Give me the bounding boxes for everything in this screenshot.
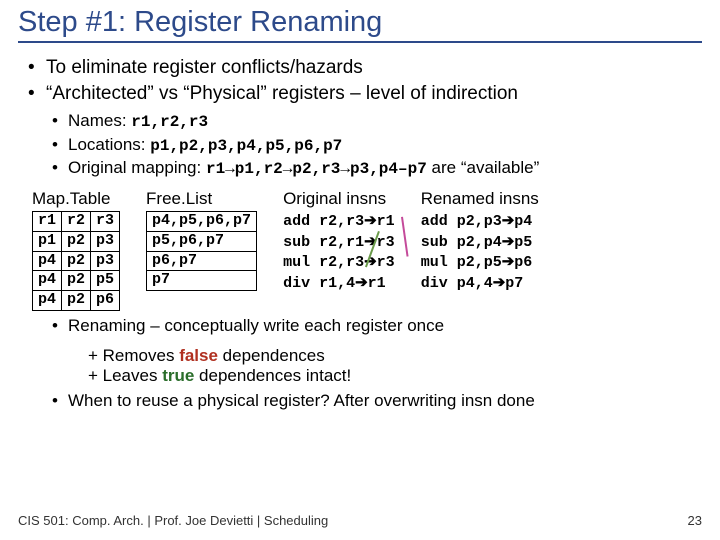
- p2b: true: [162, 366, 194, 385]
- bottom-1: Renaming – conceptually write each regis…: [52, 315, 702, 338]
- map-c: p5: [91, 271, 120, 291]
- p1c: dependences: [218, 346, 325, 365]
- map-h2: r2: [62, 212, 91, 232]
- ren-d: p4: [514, 213, 532, 230]
- ren-l: mul p2,p5: [421, 254, 502, 271]
- bottom-list: Renaming – conceptually write each regis…: [52, 315, 702, 338]
- sub3-label: Original mapping:: [68, 158, 206, 177]
- footer-left: CIS 501: Comp. Arch. | Prof. Joe Deviett…: [18, 513, 328, 528]
- arrow-icon: ➔: [364, 212, 377, 229]
- ren-col: Renamed insns add p2,p3➔p4 sub p2,p4➔p5 …: [421, 189, 539, 293]
- hazard-arrow: [401, 217, 409, 257]
- ren-l: add p2,p3: [421, 213, 502, 230]
- p2c: dependences intact!: [194, 366, 351, 385]
- sub-3: Original mapping: r1→p1,r2→p2,r3→p3,p4–p…: [52, 157, 702, 181]
- sub1-label: Names:: [68, 111, 131, 130]
- map-c: p4: [33, 271, 62, 291]
- plus-2: + Leaves true dependences intact!: [88, 366, 702, 386]
- sub3-code: r1→p1,r2→p2,r3→p3,p4–p7: [206, 160, 427, 178]
- p1b: false: [179, 346, 218, 365]
- sub-1: Names: r1,r2,r3: [52, 110, 702, 134]
- free-r: p4,p5,p6,p7: [147, 212, 257, 232]
- map-c: p2: [62, 251, 91, 271]
- map-c: p4: [33, 291, 62, 311]
- free-r: p6,p7: [147, 251, 257, 271]
- p2a: + Leaves: [88, 366, 162, 385]
- map-table-col: Map.Table r1r2r3 p1p2p3 p4p2p3 p4p2p5 p4…: [32, 189, 120, 311]
- ren-l: sub p2,p4: [421, 234, 502, 251]
- arrow-icon: ➔: [355, 274, 368, 291]
- ren-d: p5: [514, 234, 532, 251]
- sub1-code: r1,r2,r3: [131, 113, 208, 131]
- bullet-list: To eliminate register conflicts/hazards …: [28, 55, 702, 106]
- orig-col: Original insns add r2,r3➔r1 sub r2,r1➔r3…: [283, 189, 395, 293]
- orig-d: r3: [377, 234, 395, 251]
- map-title: Map.Table: [32, 189, 120, 209]
- map-c: p2: [62, 231, 91, 251]
- free-title: Free.List: [146, 189, 257, 209]
- ren-insns: add p2,p3➔p4 sub p2,p4➔p5 mul p2,p5➔p6 d…: [421, 211, 539, 293]
- orig-l: mul r2,r3: [283, 254, 364, 271]
- bullet-2: “Architected” vs “Physical” registers – …: [28, 81, 702, 107]
- orig-d: r1: [377, 213, 395, 230]
- map-h1: r1: [33, 212, 62, 232]
- map-c: p3: [91, 251, 120, 271]
- tables-row: Map.Table r1r2r3 p1p2p3 p4p2p3 p4p2p5 p4…: [32, 189, 702, 311]
- orig-d: r1: [368, 275, 386, 292]
- map-h3: r3: [91, 212, 120, 232]
- orig-title: Original insns: [283, 189, 395, 209]
- plus-1: + Removes false dependences: [88, 346, 702, 366]
- bottom-2: When to reuse a physical register? After…: [52, 390, 702, 413]
- orig-l: div r1,4: [283, 275, 355, 292]
- sub-bullet-list: Names: r1,r2,r3 Locations: p1,p2,p3,p4,p…: [52, 110, 702, 181]
- sub-2: Locations: p1,p2,p3,p4,p5,p6,p7: [52, 134, 702, 158]
- map-table: r1r2r3 p1p2p3 p4p2p3 p4p2p5 p4p2p6: [32, 211, 120, 311]
- slide-title: Step #1: Register Renaming: [18, 6, 702, 43]
- ren-l: div p4,4: [421, 275, 493, 292]
- sub2-code: p1,p2,p3,p4,p5,p6,p7: [150, 137, 342, 155]
- free-table: p4,p5,p6,p7 p5,p6,p7 p6,p7 p7: [146, 211, 257, 291]
- ren-d: p7: [505, 275, 523, 292]
- arrow-icon: ➔: [493, 274, 506, 291]
- footer: CIS 501: Comp. Arch. | Prof. Joe Deviett…: [18, 513, 702, 528]
- orig-d: r3: [377, 254, 395, 271]
- map-c: p1: [33, 231, 62, 251]
- map-c: p2: [62, 271, 91, 291]
- arrow-icon: ➔: [502, 212, 515, 229]
- map-c: p6: [91, 291, 120, 311]
- ren-d: p6: [514, 254, 532, 271]
- free-r: p5,p6,p7: [147, 231, 257, 251]
- sub3-tail: are “available”: [427, 158, 539, 177]
- arrow-icon: ➔: [502, 233, 515, 250]
- sub2-label: Locations:: [68, 135, 150, 154]
- orig-l: sub r2,r1: [283, 234, 364, 251]
- map-c: p4: [33, 251, 62, 271]
- orig-insns: add r2,r3➔r1 sub r2,r1➔r3 mul r2,r3➔r3 d…: [283, 211, 395, 293]
- p1a: + Removes: [88, 346, 179, 365]
- map-c: p2: [62, 291, 91, 311]
- arrow-icon: ➔: [502, 253, 515, 270]
- bullet-1: To eliminate register conflicts/hazards: [28, 55, 702, 81]
- free-r: p7: [147, 271, 257, 291]
- bottom-list-2: When to reuse a physical register? After…: [52, 390, 702, 413]
- orig-l: add r2,r3: [283, 213, 364, 230]
- map-c: p3: [91, 231, 120, 251]
- ren-title: Renamed insns: [421, 189, 539, 209]
- free-list-col: Free.List p4,p5,p6,p7 p5,p6,p7 p6,p7 p7: [146, 189, 257, 291]
- page-number: 23: [688, 513, 702, 528]
